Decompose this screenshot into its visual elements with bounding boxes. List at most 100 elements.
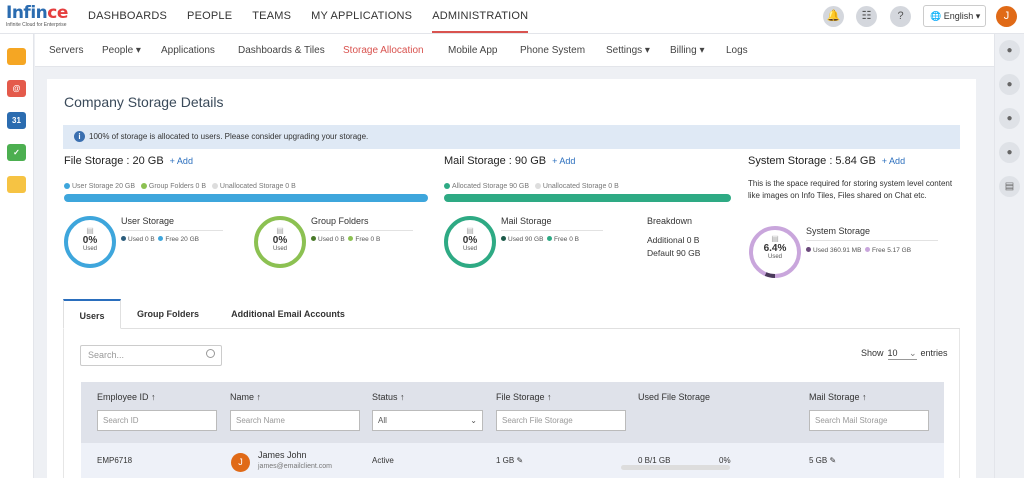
subnav-applications[interactable]: Applications <box>161 34 215 68</box>
subnav-logs[interactable]: Logs <box>726 34 748 68</box>
system-storage-header: System Storage : 5.84 GB + Add <box>748 155 905 167</box>
breakdown-default: Default 90 GB <box>647 248 701 258</box>
calendar-icon[interactable]: 31 <box>7 112 26 129</box>
row-used-storage: 0 B/1 GB <box>638 456 671 465</box>
edit-icon[interactable]: ✎ <box>829 456 836 465</box>
table-row[interactable]: EMP6718 J James John james@emailclient.c… <box>81 443 944 478</box>
group-folders-ring: ▤ 0% Used <box>254 216 306 268</box>
top-nav: DASHBOARDS PEOPLE TEAMS MY APPLICATIONS … <box>88 0 548 34</box>
col-used-file-storage: Used File Storage <box>638 392 711 402</box>
nav-my-applications[interactable]: MY APPLICATIONS <box>311 0 412 34</box>
filter-file-input[interactable]: Search File Storage <box>496 410 626 431</box>
help-icon[interactable]: ? <box>890 6 911 27</box>
group-icon[interactable]: ● <box>999 142 1020 163</box>
filter-status-value: All <box>378 416 387 425</box>
row-name[interactable]: James John <box>258 450 307 460</box>
filter-id-input[interactable]: Search ID <box>97 410 217 431</box>
subnav-people[interactable]: People ▾ <box>102 34 141 68</box>
entries-label: entries <box>920 348 948 358</box>
col-mail-storage[interactable]: Mail Storage ↑ <box>809 392 867 402</box>
nav-dashboards[interactable]: DASHBOARDS <box>88 0 167 34</box>
avatar: J <box>231 453 250 472</box>
checklist-icon[interactable]: ✓ <box>7 144 26 161</box>
file-storage-bar <box>64 194 428 202</box>
calendar-side-icon[interactable]: ▤ <box>999 176 1020 197</box>
globe-icon: 🌐 <box>930 11 942 21</box>
mail-storage-add-link[interactable]: + Add <box>552 156 575 166</box>
divider <box>806 240 938 241</box>
subnav-settings[interactable]: Settings ▾ <box>606 34 650 68</box>
system-storage-label: System Storage <box>806 226 871 236</box>
file-storage-add-link[interactable]: + Add <box>170 156 193 166</box>
mail-storage-legend: Allocated Storage 90 GB Unallocated Stor… <box>444 183 619 190</box>
legend-unallocated: Unallocated Storage 0 B <box>219 183 296 190</box>
used-storage-progress <box>621 465 730 470</box>
user-storage-label: User Storage <box>121 216 175 226</box>
contact-icon[interactable]: ● <box>999 74 1020 95</box>
chat-icon[interactable]: ● <box>999 40 1020 61</box>
show-label: Show <box>861 348 884 358</box>
system-storage-legend: Used 360.91 MB Free 5.17 GB <box>806 247 911 254</box>
page-size-value: 10 <box>887 348 898 358</box>
filter-status-select[interactable]: All ⌄ <box>372 410 483 431</box>
storage-icon: ▤ <box>276 226 284 235</box>
language-label: English ▾ <box>943 11 981 21</box>
nav-people[interactable]: PEOPLE <box>187 0 232 34</box>
mail-used: Used 90 GB <box>508 236 544 243</box>
info-text: 100% of storage is allocated to users. P… <box>89 132 369 141</box>
nav-teams[interactable]: TEAMS <box>252 0 291 34</box>
row-used-percent: 0% <box>719 456 731 465</box>
subnav-billing[interactable]: Billing ▾ <box>670 34 704 68</box>
row-email: james@emailclient.com <box>258 463 333 470</box>
legend-mail-unallocated: Unallocated Storage 0 B <box>542 183 619 190</box>
tasks-icon[interactable]: ☷ <box>856 6 877 27</box>
mail-icon[interactable]: @ <box>7 80 26 97</box>
subnav-dashboards-tiles[interactable]: Dashboards & Tiles <box>238 34 325 68</box>
people-icon[interactable]: ● <box>999 108 1020 129</box>
tab-users[interactable]: Users <box>63 299 121 329</box>
search-icon <box>206 349 215 358</box>
filter-name-input[interactable]: Search Name <box>230 410 360 431</box>
edit-icon[interactable]: ✎ <box>516 456 523 465</box>
mail-storage-bar <box>444 194 731 202</box>
system-storage-title: System Storage : 5.84 GB <box>748 155 876 167</box>
storage-tabs: Users Group Folders Additional Email Acc… <box>63 299 960 329</box>
search-input[interactable]: Search... <box>80 345 222 366</box>
tab-additional-email-accounts[interactable]: Additional Email Accounts <box>223 299 353 329</box>
storage-icon: ▤ <box>86 226 94 235</box>
folder-icon[interactable] <box>7 48 26 65</box>
breakdown-additional: Additional 0 B <box>647 235 700 245</box>
logo-tagline: Infinite Cloud for Enterprise <box>6 22 67 28</box>
mail-storage-percent: 0% <box>462 235 478 246</box>
mail-storage-header: Mail Storage : 90 GB + Add <box>444 155 575 167</box>
top-bar: Infince Infinite Cloud for Enterprise DA… <box>0 0 1024 34</box>
subnav-storage-allocation[interactable]: Storage Allocation <box>343 34 424 68</box>
user-used: Used 0 B <box>128 236 155 243</box>
col-employee-id[interactable]: Employee ID ↑ <box>97 392 156 402</box>
system-used: Used 360.91 MB <box>813 247 862 254</box>
col-file-storage[interactable]: File Storage ↑ <box>496 392 552 402</box>
mail-storage-ring-legend: Used 90 GB Free 0 B <box>501 236 579 243</box>
row-file-value: 1 GB <box>496 456 515 465</box>
col-name[interactable]: Name ↑ <box>230 392 261 402</box>
group-folders-legend: Used 0 B Free 0 B <box>311 236 380 243</box>
legend-group-folders: Group Folders 0 B <box>148 183 207 190</box>
filter-mail-input[interactable]: Search Mail Storage <box>809 410 929 431</box>
subnav-mobile-app[interactable]: Mobile App <box>448 34 497 68</box>
row-mail-storage: 5 GB ✎ <box>809 456 836 465</box>
system-storage-add-link[interactable]: + Add <box>882 156 905 166</box>
subnav-servers[interactable]: Servers <box>49 34 83 68</box>
mail-storage-ring: ▤ 0% Used <box>444 216 496 268</box>
nav-administration[interactable]: ADMINISTRATION <box>432 0 529 33</box>
bell-icon[interactable]: 🔔 <box>823 6 844 27</box>
chevron-down-icon: ⌄ <box>470 416 477 425</box>
logo[interactable]: Infince Infinite Cloud for Enterprise <box>6 5 68 31</box>
page-size-select[interactable]: 10 ⌄ <box>887 348 917 360</box>
col-status[interactable]: Status ↑ <box>372 392 405 402</box>
photo-icon[interactable] <box>7 176 26 193</box>
subnav-phone-system[interactable]: Phone System <box>520 34 585 68</box>
language-select[interactable]: 🌐 English ▾ <box>923 5 986 27</box>
tab-group-folders[interactable]: Group Folders <box>129 299 207 329</box>
storage-card: Company Storage Details i 100% of storage… <box>47 79 976 478</box>
user-avatar[interactable]: J <box>996 6 1017 27</box>
